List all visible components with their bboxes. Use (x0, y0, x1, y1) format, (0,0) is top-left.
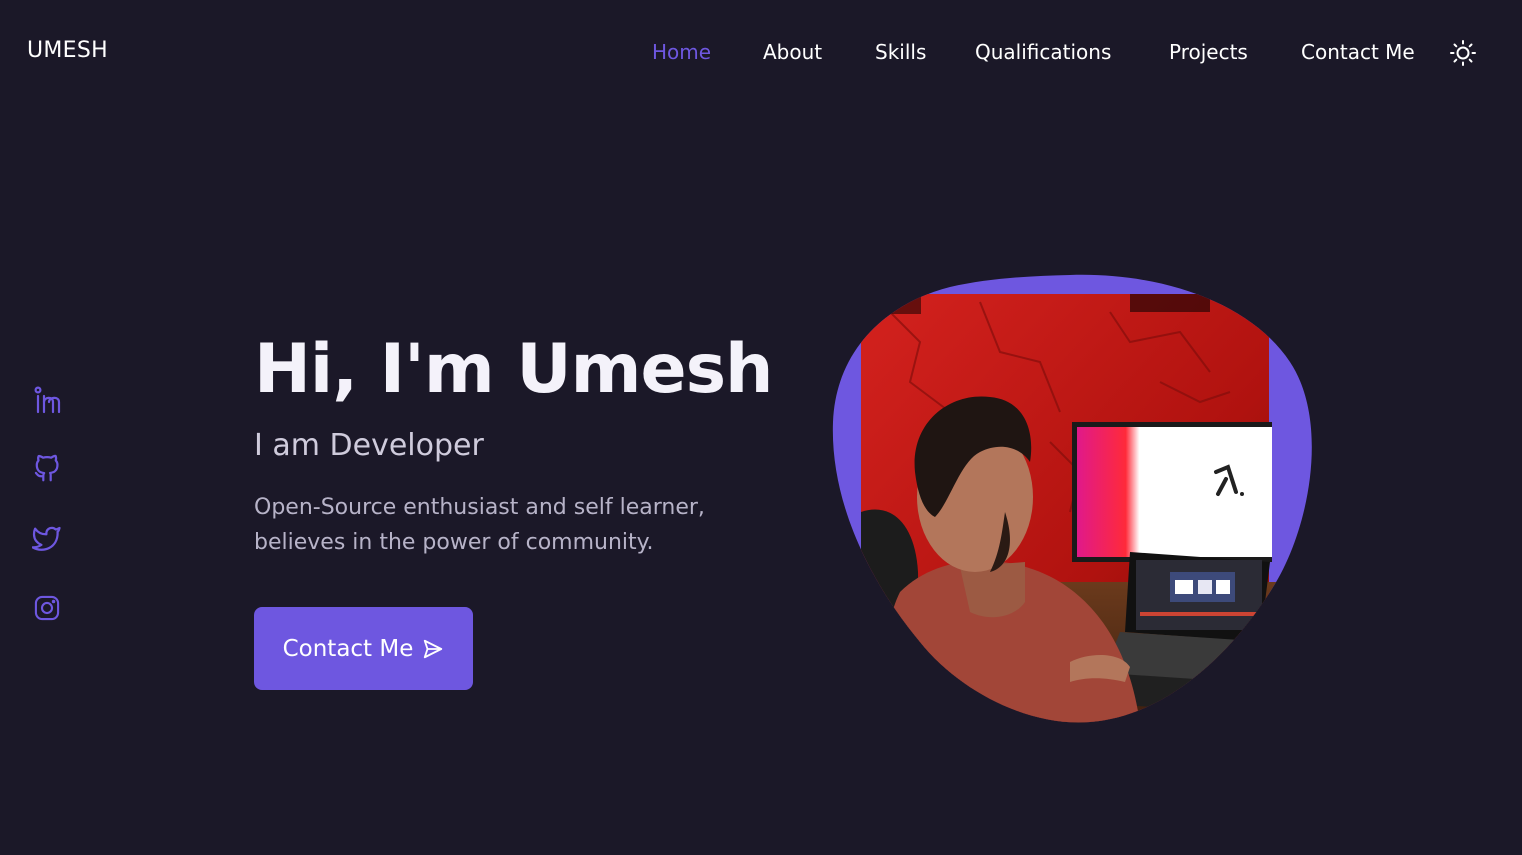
hero-description-line: believes in the power of community. (254, 530, 654, 555)
nav-skills[interactable]: Skills (875, 40, 926, 64)
twitter-icon (32, 526, 61, 551)
contact-me-label: Contact Me (282, 635, 414, 662)
nav-home[interactable]: Home (652, 40, 711, 64)
github-link[interactable] (30, 451, 64, 485)
contact-me-button[interactable]: Contact Me (254, 607, 473, 690)
developer-photo (832, 274, 1312, 723)
sun-icon (1450, 40, 1476, 66)
main-nav: Home About Skills Qualifications Project… (0, 38, 1522, 70)
nav-about[interactable]: About (763, 40, 822, 64)
hero-title: Hi, I'm Umesh (254, 330, 773, 409)
theme-toggle-button[interactable] (1449, 39, 1477, 67)
hero-description-line: Open-Source enthusiast and self learner, (254, 495, 705, 520)
send-icon (424, 639, 443, 658)
nav-projects[interactable]: Projects (1169, 40, 1248, 64)
hero-description: Open-Source enthusiast and self learner,… (254, 490, 774, 560)
linkedin-icon (34, 386, 61, 414)
instagram-link[interactable] (30, 591, 64, 625)
hero-image-blob (832, 274, 1312, 723)
instagram-icon (34, 595, 60, 621)
nav-contact[interactable]: Contact Me (1301, 40, 1415, 64)
hero-subtitle: I am Developer (254, 428, 484, 463)
github-icon (34, 454, 59, 482)
nav-qualifications[interactable]: Qualifications (975, 40, 1111, 64)
twitter-link[interactable] (30, 521, 64, 555)
linkedin-link[interactable] (30, 383, 64, 417)
